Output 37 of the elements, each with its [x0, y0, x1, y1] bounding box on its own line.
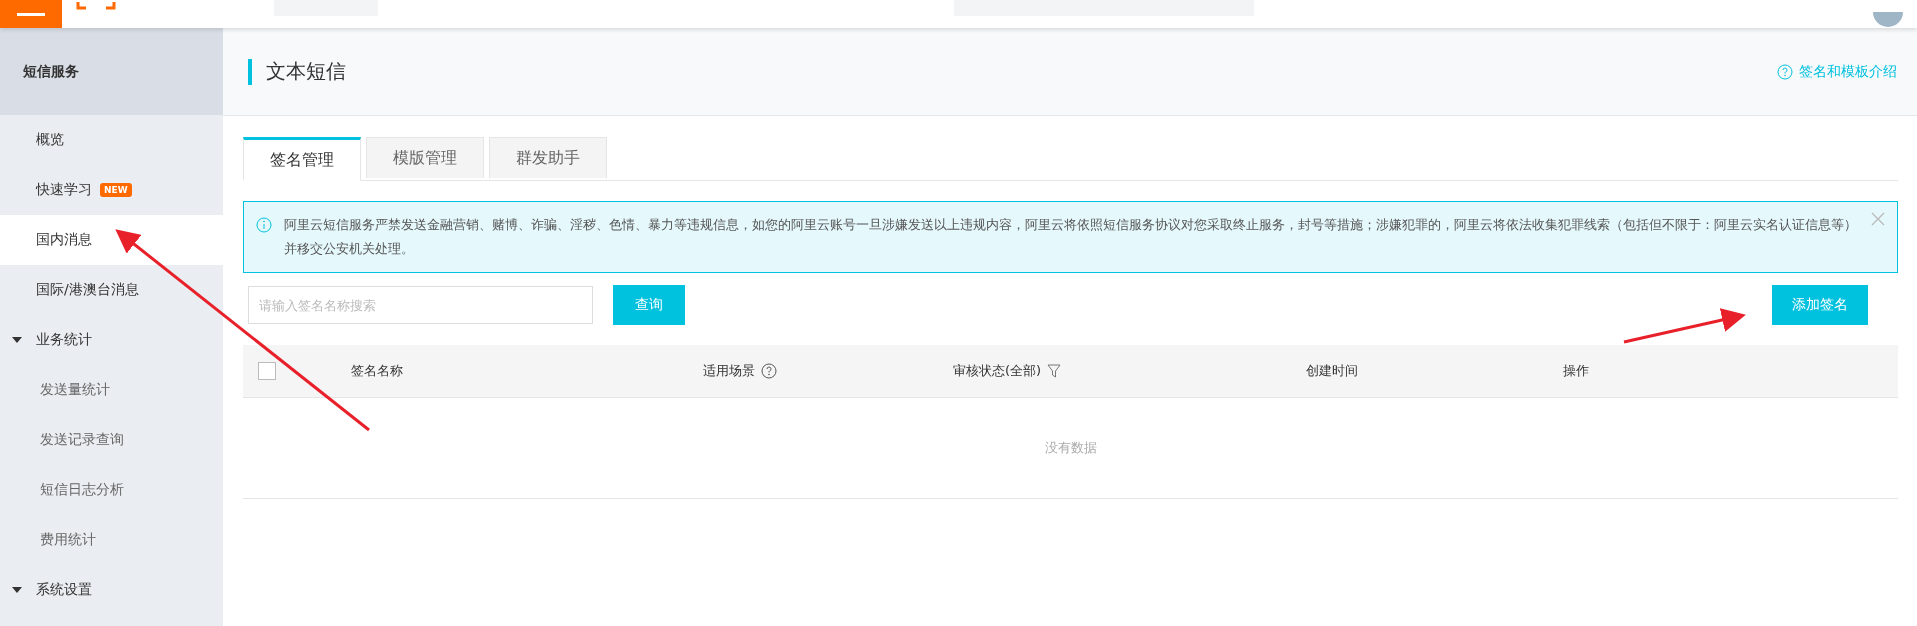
sidebar-title: 短信服务: [0, 28, 223, 115]
sidebar-group[interactable]: 业务统计: [0, 315, 223, 365]
tab[interactable]: 群发助手: [489, 137, 607, 178]
close-icon[interactable]: [1871, 212, 1885, 226]
empty-text: 没有数据: [1044, 439, 1097, 457]
logo-icon: [76, 2, 116, 12]
alert-text: 阿里云短信服务严禁发送金融营销、赌博、诈骗、淫秽、色情、暴力等违规信息，如您的阿里云账号一旦涉嫌发送以上违规内容，阿里云将依照短信服务协议对您采取终止服务，封号等措施；涉嫌犯罪的，阿里云将依法收集犯罪线索（包括但不限于：阿里云实名认证信息等）并移交公安机关处理。: [284, 216, 1857, 258]
column-header: 操作: [1563, 362, 1589, 380]
new-badge: NEW: [100, 183, 132, 197]
menu-icon: [17, 12, 45, 16]
help-icon[interactable]: [761, 363, 777, 379]
caret-icon: [12, 587, 22, 593]
sidebar-item[interactable]: 费用统计: [0, 515, 223, 565]
column-header: 适用场景: [703, 362, 755, 380]
info-icon: [256, 217, 272, 233]
sidebar-item[interactable]: 发送记录查询: [0, 415, 223, 465]
column-header: 审核状态(全部): [953, 362, 1042, 380]
sidebar-item[interactable]: 概览: [0, 115, 223, 165]
search-field[interactable]: 请输入签名名称搜索: [248, 286, 593, 324]
sidebar-item[interactable]: 国内消息: [0, 215, 223, 265]
tab[interactable]: 签名管理: [243, 137, 361, 181]
sidebar-item[interactable]: 快速学习 NEW: [0, 165, 223, 215]
sidebar-item-label: 快速学习: [36, 181, 92, 199]
column-header: 签名名称: [351, 362, 403, 380]
select-all-checkbox[interactable]: [258, 362, 276, 380]
column-header: 创建时间: [1306, 362, 1358, 380]
sidebar-item[interactable]: 短信日志分析: [0, 465, 223, 515]
page-title: 文本短信: [266, 58, 346, 85]
caret-icon: [12, 337, 22, 343]
menu-button[interactable]: [0, 0, 62, 28]
sidebar-group[interactable]: 系统设置: [0, 565, 223, 615]
sidebar-item[interactable]: 国际/港澳台消息: [0, 265, 223, 315]
avatar-icon[interactable]: [1873, 12, 1903, 28]
help-icon: [1777, 63, 1793, 80]
filter-icon[interactable]: [1047, 364, 1062, 378]
sidebar-item[interactable]: 发送量统计: [0, 365, 223, 415]
tab[interactable]: 模版管理: [366, 137, 484, 178]
